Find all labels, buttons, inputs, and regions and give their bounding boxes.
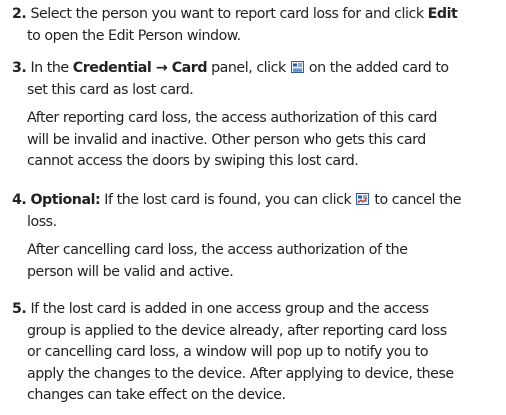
- text-line: changes can take effect on the device.: [12, 385, 506, 407]
- bold-term: Credential → Card: [72, 60, 208, 76]
- step-3: 3. In the Credential → Card panel, click…: [12, 58, 506, 173]
- text-line: loss.: [12, 212, 506, 234]
- step-2: 2. Select the person you want to report …: [12, 4, 506, 47]
- bold-term: Optional:: [30, 192, 101, 208]
- bold-term: Edit: [427, 6, 458, 22]
- text-line: to open the Edit Person window.: [12, 26, 506, 48]
- text-run: person will be valid and active.: [27, 263, 234, 280]
- text-line: After reporting card loss, the access au…: [12, 108, 506, 130]
- text-line: set this card as lost card.: [12, 80, 506, 102]
- step-number: 5.: [12, 301, 27, 317]
- text-line: 2. Select the person you want to report …: [12, 4, 506, 26]
- text-run: Select the person you want to report car…: [30, 6, 428, 22]
- text-run: In the: [30, 60, 73, 76]
- text-run: on the added card to: [304, 60, 449, 76]
- cancel-card-loss-icon: [356, 193, 370, 205]
- text-line: apply the changes to the device. After a…: [12, 364, 506, 386]
- text-run: set this card as lost card.: [27, 81, 194, 98]
- step-number: 4.: [12, 192, 27, 208]
- text-run: After cancelling card loss, the access a…: [27, 242, 408, 258]
- text-run: or cancelling card loss, a window will p…: [27, 344, 429, 360]
- text-line: or cancelling card loss, a window will p…: [12, 342, 506, 364]
- step-number: 3.: [12, 60, 27, 76]
- text-run: After reporting card loss, the access au…: [27, 110, 437, 126]
- text-run: loss.: [27, 213, 57, 230]
- text-run: to open the Edit Person window.: [27, 27, 241, 44]
- text-line: After cancelling card loss, the access a…: [12, 240, 506, 262]
- text-line: 4. Optional: If the lost card is found, …: [12, 190, 506, 212]
- text-line: 3. In the Credential → Card panel, click…: [12, 58, 506, 80]
- text-run: will be invalid and inactive. Other pers…: [27, 131, 426, 148]
- document-page: 2. Select the person you want to report …: [0, 0, 506, 415]
- text-line: will be invalid and inactive. Other pers…: [12, 130, 506, 152]
- text-line: person will be valid and active.: [12, 262, 506, 284]
- text-run: cannot access the doors by swiping this …: [27, 153, 359, 169]
- text-run: If the lost card is found, you can click: [100, 192, 356, 208]
- text-line: group is applied to the device already, …: [12, 321, 506, 343]
- text-line: cannot access the doors by swiping this …: [12, 151, 506, 173]
- text-run: changes can take effect on the device.: [27, 387, 286, 403]
- step-5: 5. If the lost card is added in one acce…: [12, 299, 506, 407]
- text-line: 5. If the lost card is added in one acce…: [12, 299, 506, 321]
- text-run: to cancel the: [370, 192, 462, 208]
- text-run: If the lost card is added in one access …: [30, 301, 429, 317]
- step-4: 4. Optional: If the lost card is found, …: [12, 190, 506, 283]
- text-run: panel, click: [207, 60, 290, 76]
- step-number: 2.: [12, 6, 27, 22]
- text-run: group is applied to the device already, …: [27, 322, 447, 339]
- text-run: apply the changes to the device. After a…: [27, 365, 454, 382]
- report-card-loss-icon: [290, 61, 304, 73]
